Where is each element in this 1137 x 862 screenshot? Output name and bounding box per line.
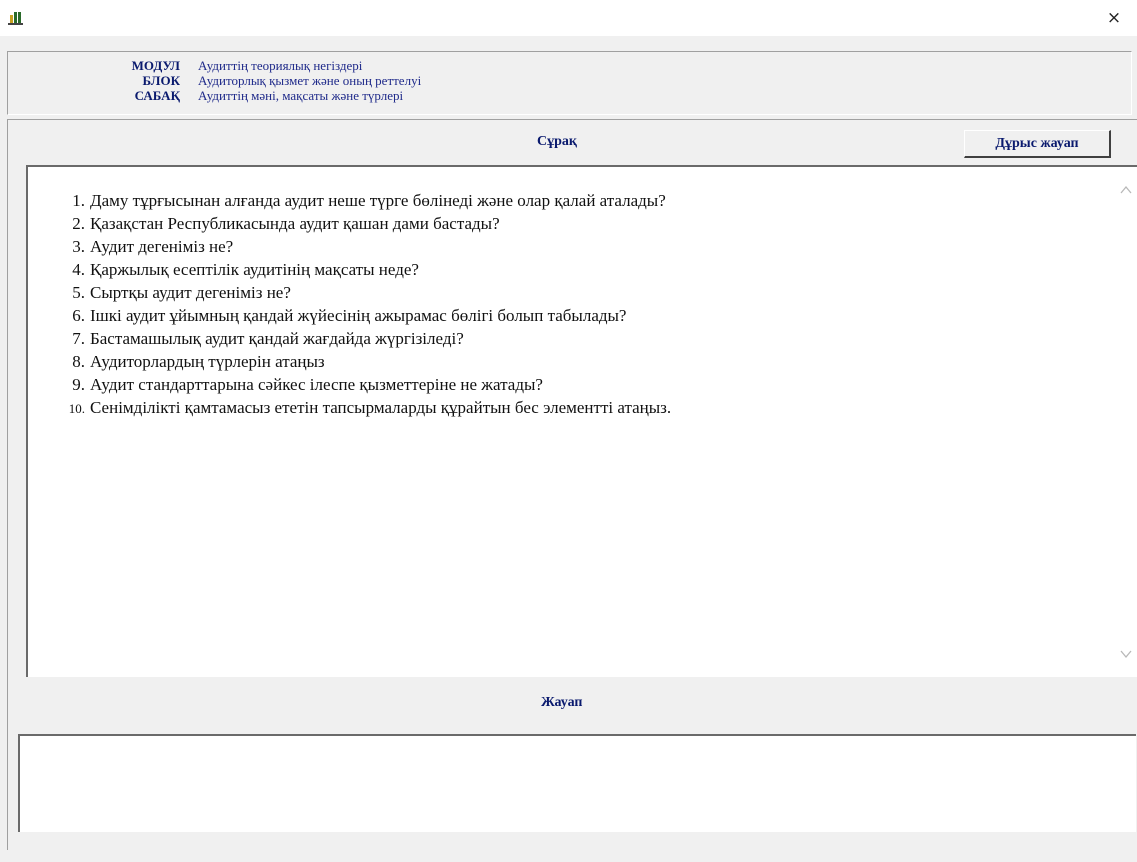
list-item: 7. Бастамашылық аудит қандай жағдайда жүр…: [58, 327, 671, 350]
block-label: БЛОК: [142, 73, 181, 88]
list-item: 3. Аудит дегеніміз не?: [58, 235, 671, 258]
question-number: 4.: [72, 260, 85, 279]
question-text: Қаржылық есептілік аудитінің мақсаты нед…: [90, 260, 419, 279]
question-text: Аудит дегеніміз не?: [90, 237, 234, 256]
question-text: Сыртқы аудит дегеніміз не?: [90, 283, 291, 302]
question-number: 7.: [72, 329, 85, 348]
answer-heading: Жауап: [541, 695, 583, 710]
question-text: Даму тұрғысынан алғанда аудит неше түрге…: [90, 191, 666, 210]
list-item: 6. Ішкі аудит ұйымның қандай жүйесінің аж…: [58, 304, 671, 327]
question-number: 5.: [72, 283, 85, 302]
question-number: 6.: [72, 306, 85, 325]
list-item: 8. Аудиторлардың түрлерін атаңыз: [58, 350, 671, 373]
list-item: 4. Қаржылық есептілік аудитінің мақсаты н…: [58, 258, 671, 281]
question-text: Аудит стандарттарына сәйкес ілеспе қызме…: [90, 375, 543, 394]
list-item: 2. Қазақстан Республикасында аудит қашан …: [58, 212, 671, 235]
block-value: Аудиторлық қызмет және оның реттелуі: [198, 73, 422, 88]
block-row: БЛОК Аудиторлық қызмет және оның реттелу…: [8, 73, 1131, 88]
close-button[interactable]: ×: [1091, 0, 1137, 36]
module-value: Аудиттің теориялық негіздері: [198, 58, 363, 73]
scroll-down-icon[interactable]: [1119, 647, 1133, 661]
scroll-up-icon[interactable]: [1119, 183, 1133, 197]
question-text: Аудиторлардың түрлерін атаңыз: [90, 352, 325, 371]
question-heading: Сұрақ: [537, 134, 577, 149]
list-item: 5. Сыртқы аудит дегеніміз не?: [58, 281, 671, 304]
module-label: МОДУЛ: [131, 58, 180, 73]
question-number: 3.: [72, 237, 85, 256]
question-text: Сенімділікті қамтамасыз ететін тапсырмал…: [90, 398, 672, 417]
close-icon: ×: [1106, 8, 1122, 28]
lesson-row: САБАҚ Аудиттің мәні, мақсаты және түрлер…: [8, 88, 1131, 103]
question-text: Ішкі аудит ұйымның қандай жүйесінің ажыр…: [90, 306, 627, 325]
question-list: 1. Даму тұрғысынан алғанда аудит неше түр…: [58, 189, 671, 419]
title-bar: ×: [0, 0, 1137, 36]
lesson-info-panel: МОДУЛ Аудиттің теориялық негіздері БЛОК …: [7, 51, 1132, 115]
question-number: 1.: [72, 191, 85, 210]
question-text: Қазақстан Республикасында аудит қашан да…: [90, 214, 500, 233]
question-number: 2.: [72, 214, 85, 233]
list-item: 9. Аудит стандарттарына сәйкес ілеспе қыз…: [58, 373, 671, 396]
correct-answer-button[interactable]: Дұрыс жауап: [964, 130, 1111, 158]
list-item: 10. Сенімділікті қамтамасыз ететін тапсыр…: [58, 396, 671, 419]
list-item: 1. Даму тұрғысынан алғанда аудит неше түр…: [58, 189, 671, 212]
app-icon: [8, 12, 23, 25]
answer-input[interactable]: [18, 734, 1136, 832]
question-number: 8.: [72, 352, 85, 371]
question-text-box[interactable]: 1. Даму тұрғысынан алғанда аудит неше түр…: [26, 165, 1137, 677]
question-number: 9.: [72, 375, 85, 394]
lesson-label: САБАҚ: [134, 88, 180, 103]
module-row: МОДУЛ Аудиттің теориялық негіздері: [8, 58, 1131, 73]
lesson-value: Аудиттің мәні, мақсаты және түрлері: [198, 88, 404, 103]
question-number: 10.: [68, 401, 85, 416]
question-text: Бастамашылық аудит қандай жағдайда жүргі…: [90, 329, 464, 348]
